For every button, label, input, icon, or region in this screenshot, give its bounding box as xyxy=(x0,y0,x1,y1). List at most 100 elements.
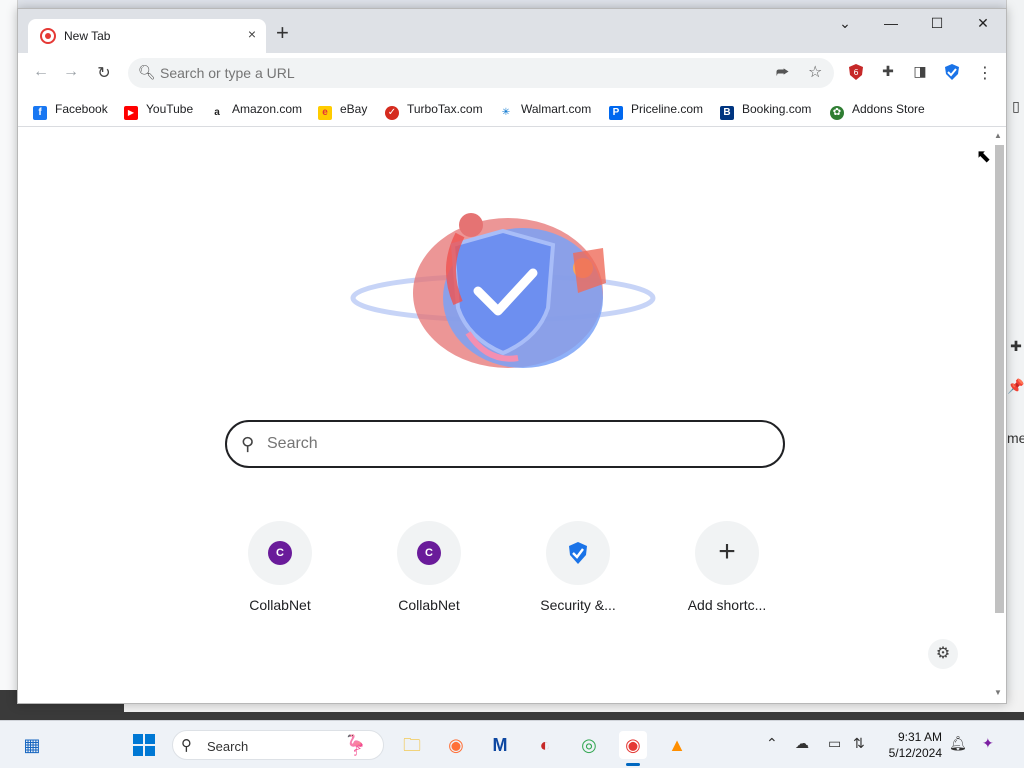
search-icon: ⚲ xyxy=(241,434,255,454)
bookmark-ebay[interactable]: e eBay xyxy=(318,102,367,120)
collabnet-icon: C xyxy=(268,541,292,565)
share-icon[interactable]: ⮫ xyxy=(776,64,789,81)
browser-app-icon[interactable]: ◉ xyxy=(619,731,647,759)
bookmark-label: Booking.com xyxy=(742,102,812,116)
shortcut-tile: C xyxy=(248,521,312,585)
newtab-search-box[interactable]: ⚲ xyxy=(225,420,785,468)
shortcut-label: CollabNet xyxy=(249,597,311,613)
shortcut-collabnet-1[interactable]: C CollabNet xyxy=(217,521,343,613)
pin-icon: 📌 xyxy=(1007,378,1024,394)
vertical-scrollbar[interactable]: ▲ ▼ xyxy=(992,128,1006,703)
file-explorer-icon[interactable]: 🗀 xyxy=(398,731,426,759)
security-shield-extension-icon[interactable] xyxy=(942,63,962,83)
bookmarks-bar: f Facebook ▶ YouTube a Amazon.com e eBay ✓ Tu… xyxy=(18,93,1006,127)
tab-new-tab[interactable]: New Tab × xyxy=(28,19,266,53)
copilot-icon[interactable]: ✦ xyxy=(982,735,994,752)
onedrive-offline-icon[interactable]: ☁ xyxy=(795,735,809,752)
collabnet-icon: C xyxy=(417,541,441,565)
search-icon: ⚲ xyxy=(181,737,192,754)
scroll-down-icon[interactable]: ▼ xyxy=(994,688,1002,697)
scrollbar-thumb[interactable] xyxy=(995,145,1004,613)
bookmark-amazon[interactable]: a Amazon.com xyxy=(210,102,302,120)
bookmark-youtube[interactable]: ▶ YouTube xyxy=(124,102,193,120)
start-button[interactable] xyxy=(130,731,158,759)
panel-icon: ▯ xyxy=(1012,98,1020,114)
add-icon: + xyxy=(718,535,736,568)
facebook-icon: f xyxy=(33,106,47,120)
shortcut-tile xyxy=(546,521,610,585)
running-indicator xyxy=(626,763,640,766)
shortcut-tile: + xyxy=(695,521,759,585)
bookmark-label: Walmart.com xyxy=(521,102,592,116)
priceline-icon: P xyxy=(609,106,623,120)
ccleaner-icon[interactable]: ◐ xyxy=(531,731,559,759)
address-input[interactable] xyxy=(160,58,760,88)
bookmark-label: Addons Store xyxy=(852,102,925,116)
bookmark-turbotax[interactable]: ✓ TurboTax.com xyxy=(385,102,483,120)
ebay-icon: e xyxy=(318,106,332,120)
bookmark-label: Amazon.com xyxy=(232,102,303,116)
new-tab-button[interactable]: + xyxy=(276,22,289,44)
taskbar-search[interactable]: ⚲ Search 🦩 xyxy=(172,730,384,760)
ublock-extension-icon[interactable]: 6 xyxy=(846,63,866,83)
menu-icon[interactable]: ⋮ xyxy=(975,63,995,83)
system-clock[interactable]: 9:31 AM 5/12/2024 xyxy=(880,729,942,761)
amazon-icon: a xyxy=(210,106,224,120)
shortcut-label: Security &... xyxy=(540,597,616,613)
shortcut-collabnet-2[interactable]: C CollabNet xyxy=(366,521,492,613)
bookmark-label: TurboTax.com xyxy=(407,102,483,116)
vlc-icon[interactable]: ▲ xyxy=(663,731,691,759)
address-bar[interactable]: 🔍︎ ⮫ ☆ xyxy=(128,58,834,88)
bookmark-addons-store[interactable]: ✿ Addons Store xyxy=(830,102,925,120)
mouse-cursor-icon: ⬉ xyxy=(976,146,992,166)
bookmark-walmart[interactable]: ✳ Walmart.com xyxy=(499,102,591,120)
svg-text:6: 6 xyxy=(853,68,858,77)
tab-close-icon[interactable]: × xyxy=(248,26,256,42)
show-hidden-icons-icon[interactable]: ⌃ xyxy=(766,735,778,752)
notification-bell-icon[interactable]: 🔔︎ xyxy=(949,735,967,752)
display-icon[interactable]: ▭ xyxy=(828,735,841,752)
scroll-up-icon[interactable]: ▲ xyxy=(994,131,1002,140)
back-button[interactable]: ← xyxy=(30,63,52,81)
chrome-icon[interactable]: ◎ xyxy=(575,731,603,759)
shortcut-tile: C xyxy=(397,521,461,585)
background-window-left xyxy=(0,0,18,720)
browser-window: New Tab × + ⌄ — ☐ ✕ ← → ↻ 🔍︎ ⮫ ☆ 6 ✚ ◨ ⋮… xyxy=(17,8,1007,704)
shortcut-add[interactable]: + Add shortc... xyxy=(664,521,790,613)
search-icon: 🔍︎ xyxy=(138,64,156,80)
tab-favicon-icon xyxy=(40,28,56,44)
taskbar-search-label: Search xyxy=(207,739,249,754)
customize-gear-icon[interactable]: ⚙ xyxy=(928,639,958,669)
minimize-button[interactable]: — xyxy=(876,15,906,31)
widgets-icon[interactable]: ▦ xyxy=(18,731,46,759)
bookmark-label: Facebook xyxy=(55,102,108,116)
bookmark-label: Priceline.com xyxy=(631,102,704,116)
network-icon[interactable]: ⇅ xyxy=(853,735,865,752)
maximize-button[interactable]: ☐ xyxy=(922,15,952,32)
taskbar: ▦ ⚲ Search 🦩 🗀 ◉ M ◐ ◎ ◉ ▲ ⌃ ☁ ▭ ⇅ 9:31 … xyxy=(0,720,1024,768)
addons-store-icon: ✿ xyxy=(830,106,844,120)
reload-button[interactable]: ↻ xyxy=(93,63,115,83)
shield-icon xyxy=(569,542,587,564)
youtube-icon: ▶ xyxy=(124,106,138,120)
extensions-puzzle-icon[interactable]: ✚ xyxy=(878,63,898,83)
close-button[interactable]: ✕ xyxy=(968,15,998,32)
bookmark-label: YouTube xyxy=(146,102,194,116)
background-window-right: ▯ ✚ 📌 me xyxy=(1006,0,1024,720)
shortcut-label: CollabNet xyxy=(398,597,460,613)
bookmark-booking[interactable]: B Booking.com xyxy=(720,102,811,120)
newtab-search-input[interactable] xyxy=(267,422,767,466)
bookmark-star-icon[interactable]: ☆ xyxy=(808,62,822,82)
bookmark-priceline[interactable]: P Priceline.com xyxy=(609,102,703,120)
puzzle-icon: ✚ xyxy=(1010,338,1022,354)
toolbar: ← → ↻ 🔍︎ ⮫ ☆ 6 ✚ ◨ ⋮ xyxy=(18,53,1006,93)
tab-search-icon[interactable]: ⌄ xyxy=(830,15,860,32)
bookmark-facebook[interactable]: f Facebook xyxy=(33,102,108,120)
malwarebytes-icon[interactable]: M xyxy=(486,731,514,759)
side-panel-icon[interactable]: ◨ xyxy=(910,63,930,83)
forward-button[interactable]: → xyxy=(60,63,82,81)
firefox-icon[interactable]: ◉ xyxy=(442,731,470,759)
shortcut-security[interactable]: Security &... xyxy=(515,521,641,613)
search-highlight-icon: 🦩 xyxy=(343,735,368,757)
security-shield-illustration xyxy=(350,213,656,368)
